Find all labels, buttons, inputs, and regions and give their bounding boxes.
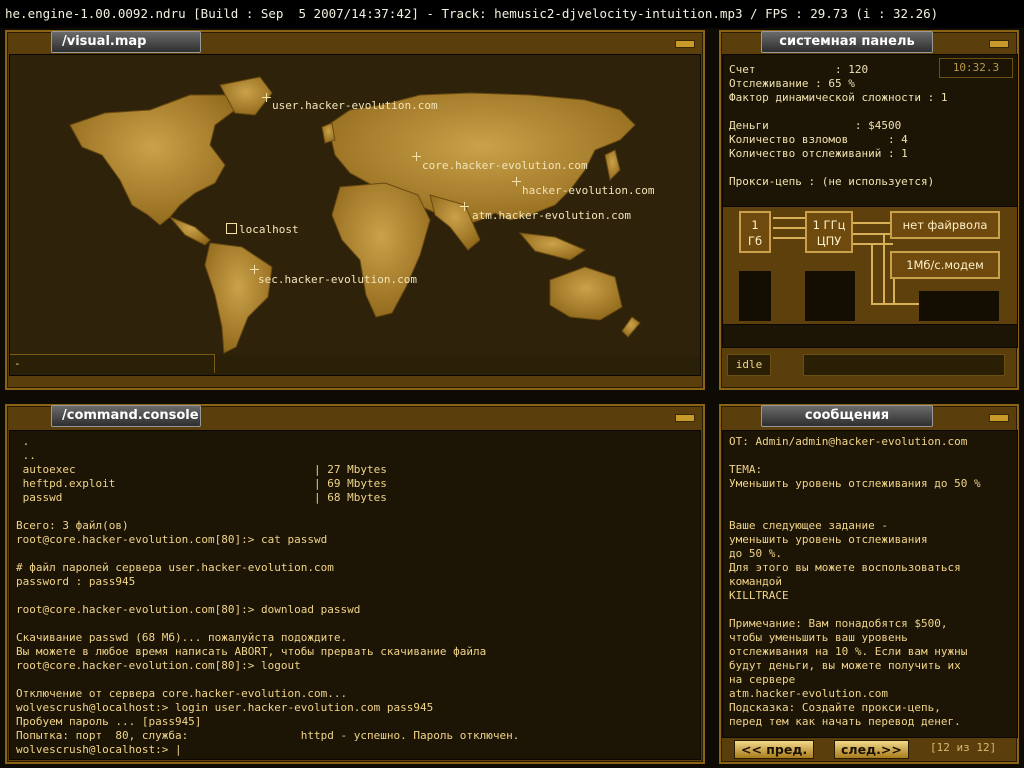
server-label-sec[interactable]: sec.hacker-evolution.com	[258, 273, 417, 286]
console-panel-grip-icon[interactable]	[675, 414, 695, 422]
system-progress-bar	[803, 354, 1005, 376]
stat-score: Счет : 120	[729, 63, 869, 76]
prev-message-button[interactable]: << пред.	[734, 740, 815, 759]
system-panel-tab[interactable]: системная панель	[761, 31, 933, 53]
message-line: ТЕМА:	[729, 463, 763, 476]
console-prompt-input[interactable]: wolvescrush@localhost:> |	[16, 743, 182, 756]
server-marker-icon[interactable]	[460, 202, 469, 211]
command-console-tab[interactable]: /command.console	[51, 405, 201, 427]
message-line: командой	[729, 575, 782, 588]
game-clock: 10:32.3	[939, 58, 1013, 78]
message-line: KILLTRACE	[729, 589, 789, 602]
server-marker-icon[interactable]	[262, 93, 271, 102]
message-line: ОТ: Admin/admin@hacker-evolution.com	[729, 435, 968, 448]
visual-map-tab[interactable]: /visual.map	[51, 31, 201, 53]
command-console[interactable]: . .. autoexec | 27 Mbytes heftpd.exploit…	[9, 430, 701, 760]
system-bottom-strip	[722, 324, 1018, 348]
system-panel-grip-icon[interactable]	[989, 40, 1009, 48]
message-line: Примечание: Вам понадобятся $500,	[729, 617, 948, 630]
message-line: Ваше следующее задание -	[729, 519, 888, 532]
firewall-chip[interactable]: нет файрвола	[890, 211, 1000, 239]
ram-chip[interactable]: 1 Гб	[739, 211, 771, 253]
message-page-count: [12 из 12]	[930, 741, 997, 754]
console-line: .	[16, 435, 30, 448]
message-line: Подсказка: Создайте прокси-цепь,	[729, 701, 941, 714]
console-line: passwd | 68 Mbytes	[16, 491, 387, 504]
server-label-localhost[interactable]: localhost	[239, 223, 299, 236]
messages-tab[interactable]: сообщения	[761, 405, 933, 427]
title-bar: he.engine-1.00.0092.ndru [Build : Sep 5 …	[0, 0, 1024, 28]
server-label-core[interactable]: core.hacker-evolution.com	[422, 159, 588, 172]
message-line: Для этого вы можете воспользоваться	[729, 561, 961, 574]
message-line: Уменьшить уровень отслеживания до 50 %	[729, 477, 981, 490]
message-view: ОТ: Admin/admin@hacker-evolution.com ТЕМ…	[722, 430, 1018, 738]
server-marker-icon[interactable]	[412, 152, 421, 161]
message-line: отслеживания на 10 %. Если вам нужны	[729, 645, 968, 658]
world-map[interactable]: user.hacker-evolution.com core.hacker-ev…	[9, 54, 701, 376]
cpu-chip[interactable]: 1 ГГц ЦПУ	[805, 211, 853, 253]
console-line: root@core.hacker-evolution.com[80]:> dow…	[16, 603, 361, 616]
message-line: до 50 %.	[729, 547, 782, 560]
console-line: Всего: 3 файл(ов)	[16, 519, 129, 532]
message-line: перед тем как начать перевод денег.	[729, 715, 961, 728]
stat-proxy: Прокси-цепь : (не используется)	[729, 175, 935, 188]
console-line: root@core.hacker-evolution.com[80]:> log…	[16, 659, 301, 672]
hardware-board: 1 Гб 1 ГГц ЦПУ нет файрвола 1Мб/с.модем	[722, 206, 1018, 326]
server-label-main[interactable]: hacker-evolution.com	[522, 184, 654, 197]
console-line: wolvescrush@localhost:> login user.hacke…	[16, 701, 434, 714]
console-line: Скачивание passwd (68 Мб)... пожалуйста …	[16, 631, 348, 644]
message-line: уменьшить уровень отслеживания	[729, 533, 928, 546]
console-line: Вы можете в любое время написать ABORT, …	[16, 645, 487, 658]
server-label-atm[interactable]: atm.hacker-evolution.com	[472, 209, 631, 222]
next-message-button[interactable]: след.>>	[834, 740, 909, 759]
modem-chip[interactable]: 1Мб/с.модем	[890, 251, 1000, 279]
map-panel-grip-icon[interactable]	[675, 40, 695, 48]
message-line: чтобы уменьшить ваш уровень	[729, 631, 908, 644]
messages-panel-grip-icon[interactable]	[989, 414, 1009, 422]
system-status: idle	[727, 354, 771, 376]
stat-traces: Количество отслеживаний : 1	[729, 147, 908, 160]
message-line: atm.hacker-evolution.com	[729, 687, 888, 700]
console-line: ..	[16, 449, 36, 462]
server-marker-icon[interactable]	[512, 177, 521, 186]
console-line: Отключение от сервера core.hacker-evolut…	[16, 687, 348, 700]
stat-hacks: Количество взломов : 4	[729, 133, 908, 146]
console-line: Попытка: порт 80, служба: httpd - успешн…	[16, 729, 520, 742]
console-line: password : pass945	[16, 575, 136, 588]
stat-difficulty: Фактор динамической сложности : 1	[729, 91, 948, 104]
map-status-text: -	[10, 354, 215, 373]
system-info: 10:32.3 Счет : 120 Отслеживание : 65 % Ф…	[722, 54, 1018, 208]
stat-trace: Отслеживание : 65 %	[729, 77, 855, 90]
stat-money: Деньги : $4500	[729, 119, 902, 132]
console-line: heftpd.exploit | 69 Mbytes	[16, 477, 387, 490]
message-line: на сервере	[729, 673, 796, 686]
server-label-user[interactable]: user.hacker-evolution.com	[272, 99, 438, 112]
localhost-marker-icon[interactable]	[226, 223, 237, 234]
console-line: autoexec | 27 Mbytes	[16, 463, 387, 476]
message-line: будут деньги, вы можете получить их	[729, 659, 961, 672]
console-line: root@core.hacker-evolution.com[80]:> cat…	[16, 533, 328, 546]
console-line: # файл паролей сервера user.hacker-evolu…	[16, 561, 334, 574]
console-line: Пробуем пароль ... [pass945]	[16, 715, 202, 728]
